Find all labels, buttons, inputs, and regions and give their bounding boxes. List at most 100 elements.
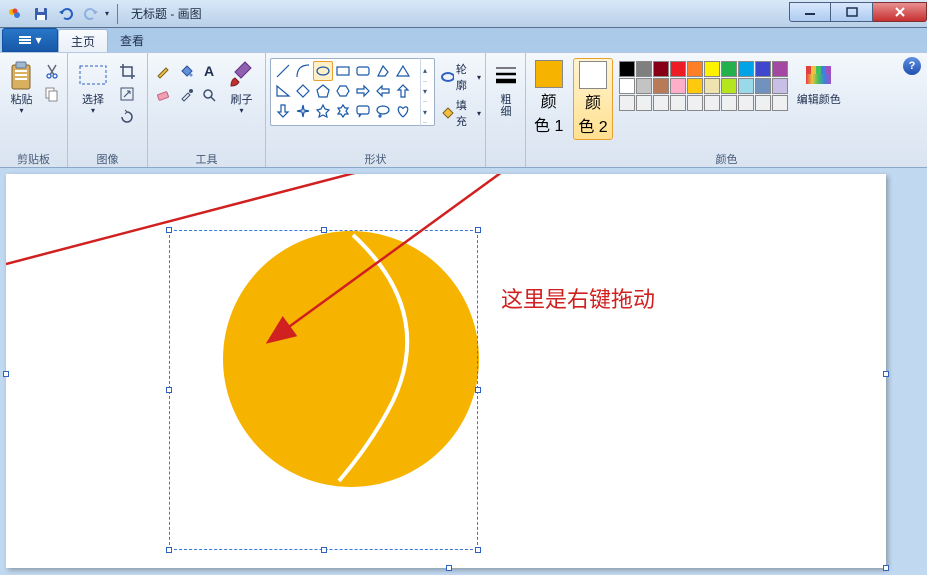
color-swatch[interactable] bbox=[653, 78, 669, 94]
help-icon[interactable]: ? bbox=[903, 57, 921, 75]
color-swatch[interactable] bbox=[653, 95, 669, 111]
sel-handle[interactable] bbox=[475, 227, 481, 233]
shape-arrow-u[interactable] bbox=[393, 81, 413, 101]
gallery-scrollbar[interactable]: ▴ ▾ ▾ bbox=[420, 58, 435, 126]
color-swatch[interactable] bbox=[738, 78, 754, 94]
color-swatch[interactable] bbox=[636, 95, 652, 111]
color-swatch[interactable] bbox=[755, 61, 771, 77]
magnifier-icon[interactable] bbox=[198, 84, 220, 106]
fill-icon[interactable] bbox=[175, 60, 197, 82]
maximize-button[interactable] bbox=[831, 2, 873, 22]
eraser-icon[interactable] bbox=[152, 84, 174, 106]
color-swatch[interactable] bbox=[755, 95, 771, 111]
file-menu-button[interactable]: ▾ bbox=[2, 28, 58, 52]
shapes-gallery[interactable] bbox=[270, 58, 420, 126]
shape-triangle[interactable] bbox=[393, 61, 413, 81]
tab-view[interactable]: 查看 bbox=[108, 28, 156, 52]
undo-icon[interactable] bbox=[55, 3, 77, 25]
resize-icon[interactable] bbox=[116, 83, 138, 105]
scroll-up-icon[interactable]: ▴ bbox=[423, 61, 427, 82]
canvas[interactable]: G system.c 这里是右键拖动 bbox=[6, 174, 886, 568]
scroll-down-icon[interactable]: ▾ bbox=[423, 82, 427, 103]
close-button[interactable] bbox=[873, 2, 927, 22]
crop-icon[interactable] bbox=[116, 60, 138, 82]
sel-handle[interactable] bbox=[166, 227, 172, 233]
sel-handle[interactable] bbox=[475, 387, 481, 393]
shape-hexagon[interactable] bbox=[333, 81, 353, 101]
shape-star6[interactable] bbox=[333, 101, 353, 121]
color-swatch[interactable] bbox=[772, 61, 788, 77]
rotate-icon[interactable] bbox=[116, 106, 138, 128]
shape-roundrect[interactable] bbox=[353, 61, 373, 81]
sel-handle[interactable] bbox=[321, 547, 327, 553]
color-swatch[interactable] bbox=[653, 61, 669, 77]
color-swatch[interactable] bbox=[687, 61, 703, 77]
sel-handle[interactable] bbox=[166, 387, 172, 393]
tab-home[interactable]: 主页 bbox=[58, 29, 108, 53]
color-swatch[interactable] bbox=[721, 78, 737, 94]
color-swatch[interactable] bbox=[738, 95, 754, 111]
edit-colors-button[interactable]: 编辑颜色 bbox=[794, 58, 844, 108]
sel-handle[interactable] bbox=[321, 227, 327, 233]
canvas-handle-e[interactable] bbox=[883, 371, 889, 377]
color-swatch[interactable] bbox=[619, 95, 635, 111]
pencil-icon[interactable] bbox=[152, 60, 174, 82]
outline-button[interactable]: 轮廓▾ bbox=[440, 61, 481, 93]
color-swatch[interactable] bbox=[636, 78, 652, 94]
shape-rtriangle[interactable] bbox=[273, 81, 293, 101]
shape-pentagon[interactable] bbox=[313, 81, 333, 101]
shape-arrow-d[interactable] bbox=[273, 101, 293, 121]
color-swatch[interactable] bbox=[670, 95, 686, 111]
qat-dropdown-icon[interactable]: ▾ bbox=[105, 9, 109, 18]
color-swatch[interactable] bbox=[738, 61, 754, 77]
canvas-handle-w[interactable] bbox=[3, 371, 9, 377]
text-icon[interactable]: A bbox=[198, 60, 220, 82]
canvas-handle-s[interactable] bbox=[446, 565, 452, 571]
color-swatch[interactable] bbox=[704, 95, 720, 111]
shape-heart[interactable] bbox=[393, 101, 413, 121]
size-button[interactable]: 粗 细 bbox=[490, 58, 522, 120]
select-button[interactable]: 选择 ▾ bbox=[72, 58, 114, 117]
cut-icon[interactable] bbox=[41, 60, 63, 82]
minimize-button[interactable] bbox=[789, 2, 831, 22]
shape-rect[interactable] bbox=[333, 61, 353, 81]
canvas-handle-se[interactable] bbox=[883, 565, 889, 571]
color-swatch[interactable] bbox=[704, 78, 720, 94]
color-swatch[interactable] bbox=[619, 78, 635, 94]
save-icon[interactable] bbox=[30, 3, 52, 25]
redo-icon[interactable] bbox=[80, 3, 102, 25]
color-swatch[interactable] bbox=[772, 95, 788, 111]
color-swatch[interactable] bbox=[772, 78, 788, 94]
color-swatch[interactable] bbox=[755, 78, 771, 94]
shape-curve[interactable] bbox=[293, 61, 313, 81]
shape-polygon[interactable] bbox=[373, 61, 393, 81]
shape-ellipse[interactable] bbox=[313, 61, 333, 81]
color-swatch[interactable] bbox=[721, 61, 737, 77]
color2-button[interactable]: 颜 色 2 bbox=[573, 58, 612, 140]
shape-arrow-r[interactable] bbox=[353, 81, 373, 101]
color-swatch[interactable] bbox=[704, 61, 720, 77]
fill-button[interactable]: 填充▾ bbox=[440, 97, 481, 129]
color1-button[interactable]: 颜 色 1 bbox=[530, 58, 567, 138]
color-swatch[interactable] bbox=[636, 61, 652, 77]
shape-star5[interactable] bbox=[313, 101, 333, 121]
color-swatch[interactable] bbox=[619, 61, 635, 77]
shape-callout1[interactable] bbox=[353, 101, 373, 121]
sel-handle[interactable] bbox=[166, 547, 172, 553]
color-swatch[interactable] bbox=[721, 95, 737, 111]
shape-line[interactable] bbox=[273, 61, 293, 81]
color-swatch[interactable] bbox=[687, 95, 703, 111]
sel-handle[interactable] bbox=[475, 547, 481, 553]
shape-star4[interactable] bbox=[293, 101, 313, 121]
color-swatch[interactable] bbox=[670, 61, 686, 77]
shape-callout2[interactable] bbox=[373, 101, 393, 121]
color-swatch[interactable] bbox=[687, 78, 703, 94]
shape-diamond[interactable] bbox=[293, 81, 313, 101]
color-swatch[interactable] bbox=[670, 78, 686, 94]
brush-button[interactable]: 刷子 ▾ bbox=[222, 58, 261, 117]
paste-button[interactable]: 粘贴 ▾ bbox=[4, 58, 39, 117]
shape-arrow-l[interactable] bbox=[373, 81, 393, 101]
selection-rectangle[interactable] bbox=[169, 230, 478, 550]
picker-icon[interactable] bbox=[175, 84, 197, 106]
copy-icon[interactable] bbox=[41, 83, 63, 105]
